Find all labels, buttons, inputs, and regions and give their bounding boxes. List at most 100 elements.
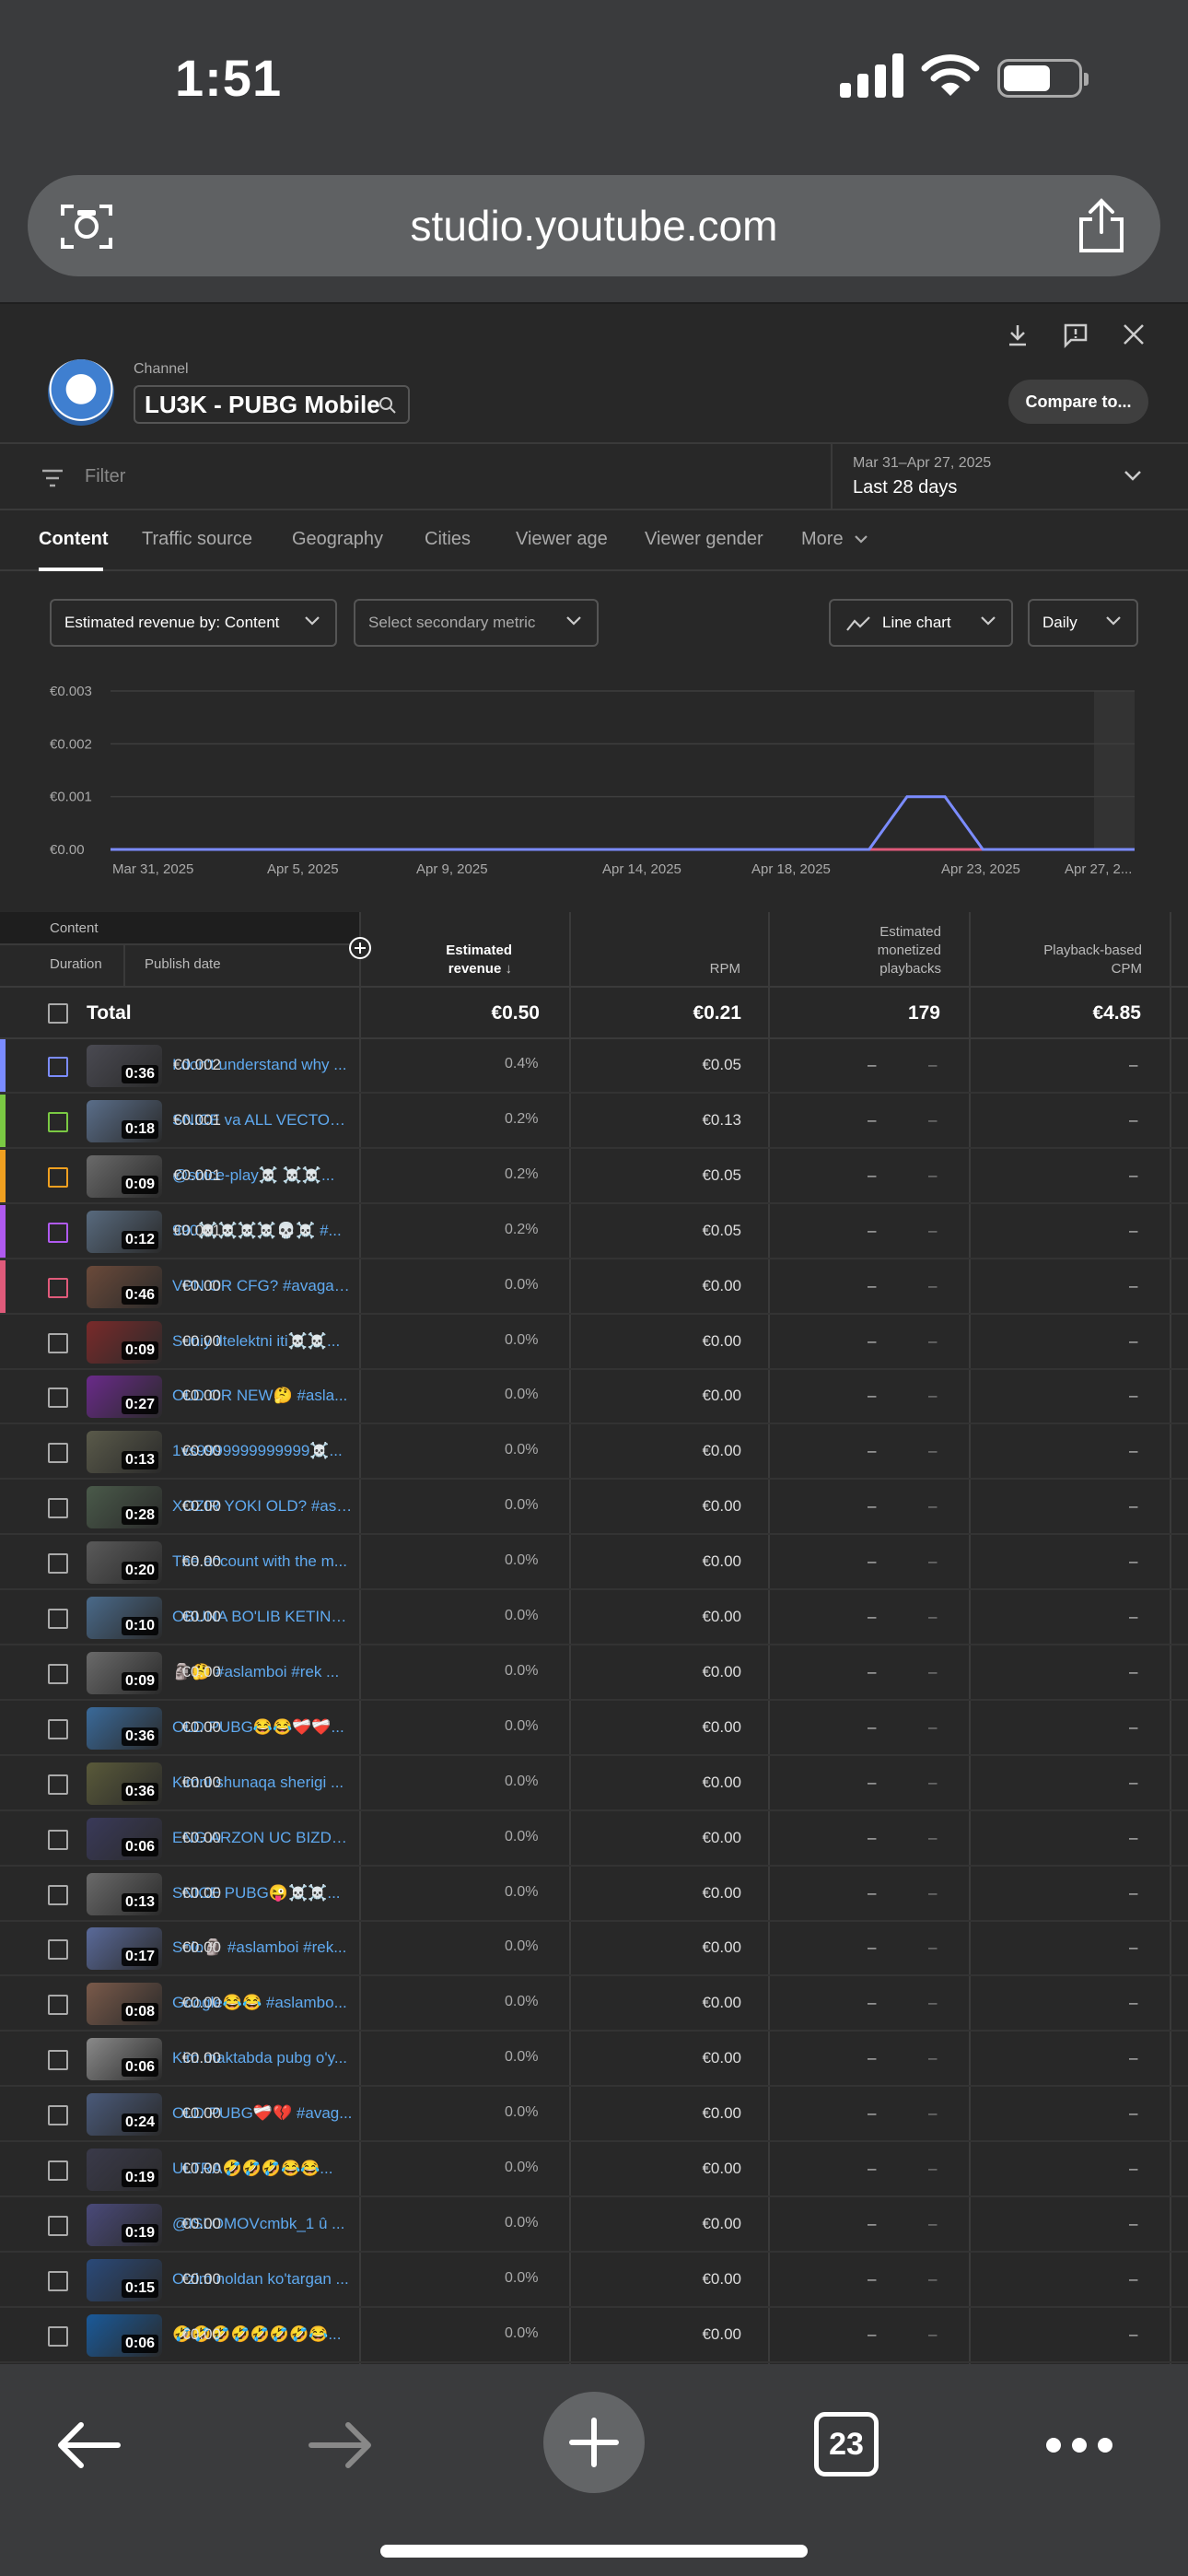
tab-content[interactable]: Content — [39, 529, 109, 550]
row-checkbox[interactable] — [48, 1332, 68, 1353]
video-thumbnail[interactable]: 0:27 — [87, 1376, 162, 1419]
tab-viewer-age[interactable]: Viewer age — [516, 529, 608, 550]
tab-viewer-gender[interactable]: Viewer gender — [645, 529, 763, 550]
table-row[interactable]: 0:36 OLD PUBG😂😂❤️‍🩹❤️‍🩹... €0.00 0.0% €0.00–… — [0, 1702, 1188, 1756]
row-checkbox[interactable] — [48, 1443, 68, 1464]
table-row[interactable]: 0:09 🗿🤔 #aslamboi #rek ... €0.00 0.0% €0.00–… — [0, 1646, 1188, 1701]
video-thumbnail[interactable]: 0:20 — [87, 1541, 162, 1585]
row-checkbox[interactable] — [48, 1388, 68, 1409]
row-checkbox[interactable] — [48, 1553, 68, 1575]
more-menu-icon[interactable] — [1046, 2438, 1112, 2453]
table-row[interactable]: 0:06 Kim maktabda pubg o'y... €0.00 0.0% €0.… — [0, 2032, 1188, 2088]
video-thumbnail[interactable]: 0:36 — [87, 1762, 162, 1805]
tab-geography[interactable]: Geography — [292, 529, 383, 550]
filter-icon[interactable] — [41, 468, 64, 488]
video-thumbnail[interactable]: 0:09 — [87, 1651, 162, 1694]
video-thumbnail[interactable]: 0:18 — [87, 1099, 162, 1142]
compare-button[interactable]: Compare to... — [1008, 380, 1148, 424]
monetized-playbacks-column-header[interactable]: Estimated monetized playbacks — [810, 923, 941, 978]
table-row[interactable]: 0:06 ENG ARZON UC BIZDA ... €0.00 0.0% €0.00… — [0, 1812, 1188, 1867]
video-thumbnail[interactable]: 0:09 — [87, 1154, 162, 1198]
table-row[interactable]: 0:19 @ISLOMOVcmbk_1 û ... €0.00 0.0% €0.00– –… — [0, 2198, 1188, 2253]
row-checkbox[interactable] — [48, 1663, 68, 1684]
chart-type-dropdown[interactable]: Line chart — [829, 599, 1013, 647]
row-checkbox[interactable] — [48, 1884, 68, 1905]
row-checkbox[interactable] — [48, 1718, 68, 1739]
row-checkbox[interactable] — [48, 1609, 68, 1629]
video-thumbnail[interactable]: 0:24 — [87, 2093, 162, 2137]
filter-input[interactable]: Filter — [85, 466, 125, 487]
table-row[interactable]: 0:28 XOZIR YOKI OLD? #asla... €0.00 0.0% €0.… — [0, 1481, 1188, 1536]
feedback-icon[interactable] — [1063, 322, 1089, 348]
row-checkbox[interactable] — [48, 1057, 68, 1077]
video-thumbnail[interactable]: 0:09 — [87, 1320, 162, 1364]
forward-arrow-icon[interactable] — [308, 2419, 374, 2471]
table-row[interactable]: 0:13 1vs9999999999999☠️... €0.00 0.0% €0.00–… — [0, 1425, 1188, 1481]
video-thumbnail[interactable]: 0:17 — [87, 1927, 162, 1971]
table-row[interactable]: 0:10 OBUNA BO'LIB KETING ... €0.00 0.0% €0.0… — [0, 1591, 1188, 1645]
video-thumbnail[interactable]: 0:06 — [87, 1817, 162, 1860]
video-thumbnail[interactable]: 0:15 — [87, 2258, 162, 2301]
table-row[interactable]: 0:13 SNICE PUBG😜☠️☠️... €0.00 0.0% €0.00– – – — [0, 1868, 1188, 1922]
video-thumbnail[interactable]: 0:36 — [87, 1706, 162, 1750]
new-tab-button[interactable] — [543, 2392, 645, 2493]
secondary-metric-dropdown[interactable]: Select secondary metric — [354, 599, 599, 647]
row-checkbox[interactable] — [48, 2050, 68, 2071]
rpm-column-header[interactable]: RPM — [645, 960, 740, 978]
table-row[interactable]: 0:15 O'zim noldan ko'targan ... €0.00 0.0% €… — [0, 2254, 1188, 2308]
video-thumbnail[interactable]: 0:10 — [87, 1597, 162, 1639]
add-column-icon[interactable] — [348, 936, 372, 960]
video-thumbnail[interactable]: 0:28 — [87, 1486, 162, 1529]
video-thumbnail[interactable]: 0:08 — [87, 1983, 162, 2026]
interval-dropdown[interactable]: Daily — [1028, 599, 1138, 647]
video-thumbnail[interactable]: 0:46 — [87, 1265, 162, 1308]
row-checkbox[interactable] — [48, 2325, 68, 2347]
metric-dropdown[interactable]: Estimated revenue by: Content — [50, 599, 337, 647]
cpm-column-header[interactable]: Playback-based CPM — [995, 942, 1142, 978]
table-row[interactable]: 0:08 Google😂😂 #aslambo... €0.00 0.0% €0.00– –… — [0, 1977, 1188, 2032]
video-thumbnail[interactable]: 0:19 — [87, 2203, 162, 2246]
close-icon[interactable] — [1122, 322, 1146, 346]
row-checkbox[interactable] — [48, 1939, 68, 1961]
table-row[interactable]: 0:36 Kimni shunaqa sherigi ... €0.00 0.0% €0… — [0, 1757, 1188, 1811]
video-thumbnail[interactable]: 0:36 — [87, 1045, 162, 1087]
table-row[interactable]: 0:09 @snice-play☠️ ☠️☠️... €0.001 0.2% €0.05… — [0, 1149, 1188, 1204]
table-row[interactable]: 0:17 Solo🗿 #aslamboi #rek... €0.00 0.0% €0.0… — [0, 1922, 1188, 1977]
row-checkbox[interactable] — [48, 1829, 68, 1850]
video-thumbnail[interactable]: 0:12 — [87, 1210, 162, 1253]
tab-more[interactable]: More — [801, 529, 868, 550]
table-row[interactable]: 0:09 Suniy iltelektni iti☠️☠️... €0.00 0.0%… — [0, 1316, 1188, 1370]
total-checkbox[interactable] — [48, 1003, 68, 1024]
row-checkbox[interactable] — [48, 1995, 68, 2016]
row-checkbox[interactable] — [48, 2160, 68, 2181]
row-checkbox[interactable] — [48, 2270, 68, 2291]
tabs-button[interactable]: 23 — [814, 2412, 879, 2476]
date-range-picker[interactable]: Mar 31–Apr 27, 2025 Last 28 days — [831, 444, 1188, 510]
table-row[interactable]: 0:24 OLD PUBG❤️‍🩹💔 #avag... €0.00 0.0% €0.00… — [0, 2088, 1188, 2143]
download-icon[interactable] — [1006, 322, 1030, 348]
table-row[interactable]: 0:12 990☠️☠️☠️☠️💀☠️ #... €0.001 0.2% €0.05– –… — [0, 1204, 1188, 1259]
revenue-column-header[interactable]: Estimated revenue ↓ — [387, 942, 512, 978]
back-arrow-icon[interactable] — [55, 2419, 122, 2471]
row-checkbox[interactable] — [48, 1277, 68, 1298]
row-checkbox[interactable] — [48, 1498, 68, 1519]
row-checkbox[interactable] — [48, 2215, 68, 2236]
video-thumbnail[interactable]: 0:13 — [87, 1872, 162, 1915]
video-thumbnail[interactable]: 0:19 — [87, 2149, 162, 2191]
share-icon[interactable] — [1076, 197, 1127, 254]
video-thumbnail[interactable]: 0:06 — [87, 2313, 162, 2357]
table-row[interactable]: 0:06 🤣🤣🤣🤣🤣🤣🤣😂... €0.00 0.0% €0.00– – – — [0, 2309, 1188, 2363]
table-row[interactable]: 0:19 ULTRA🤣🤣🤣😂😂... €0.00 0.0% €0.00– – – — [0, 2143, 1188, 2197]
duration-column-header[interactable]: Duration — [50, 956, 102, 972]
table-row[interactable]: 0:18 SNICE va ALL VECTOR ... €0.001 0.2% €0.… — [0, 1094, 1188, 1149]
row-checkbox[interactable] — [48, 1166, 68, 1188]
tab-cities[interactable]: Cities — [425, 529, 471, 550]
row-checkbox[interactable] — [48, 1222, 68, 1243]
channel-selector[interactable]: LU3K - PUBG Mobile — [134, 385, 410, 424]
video-thumbnail[interactable]: 0:13 — [87, 1431, 162, 1474]
table-row[interactable]: 0:27 OLD OR NEW🤔 #asla... €0.00 0.0% €0.00– –… — [0, 1370, 1188, 1425]
table-row[interactable]: 0:36 I don't understand why ... €0.002 0.4%… — [0, 1039, 1188, 1094]
row-checkbox[interactable] — [48, 1111, 68, 1132]
row-checkbox[interactable] — [48, 2105, 68, 2126]
row-checkbox[interactable] — [48, 1774, 68, 1795]
